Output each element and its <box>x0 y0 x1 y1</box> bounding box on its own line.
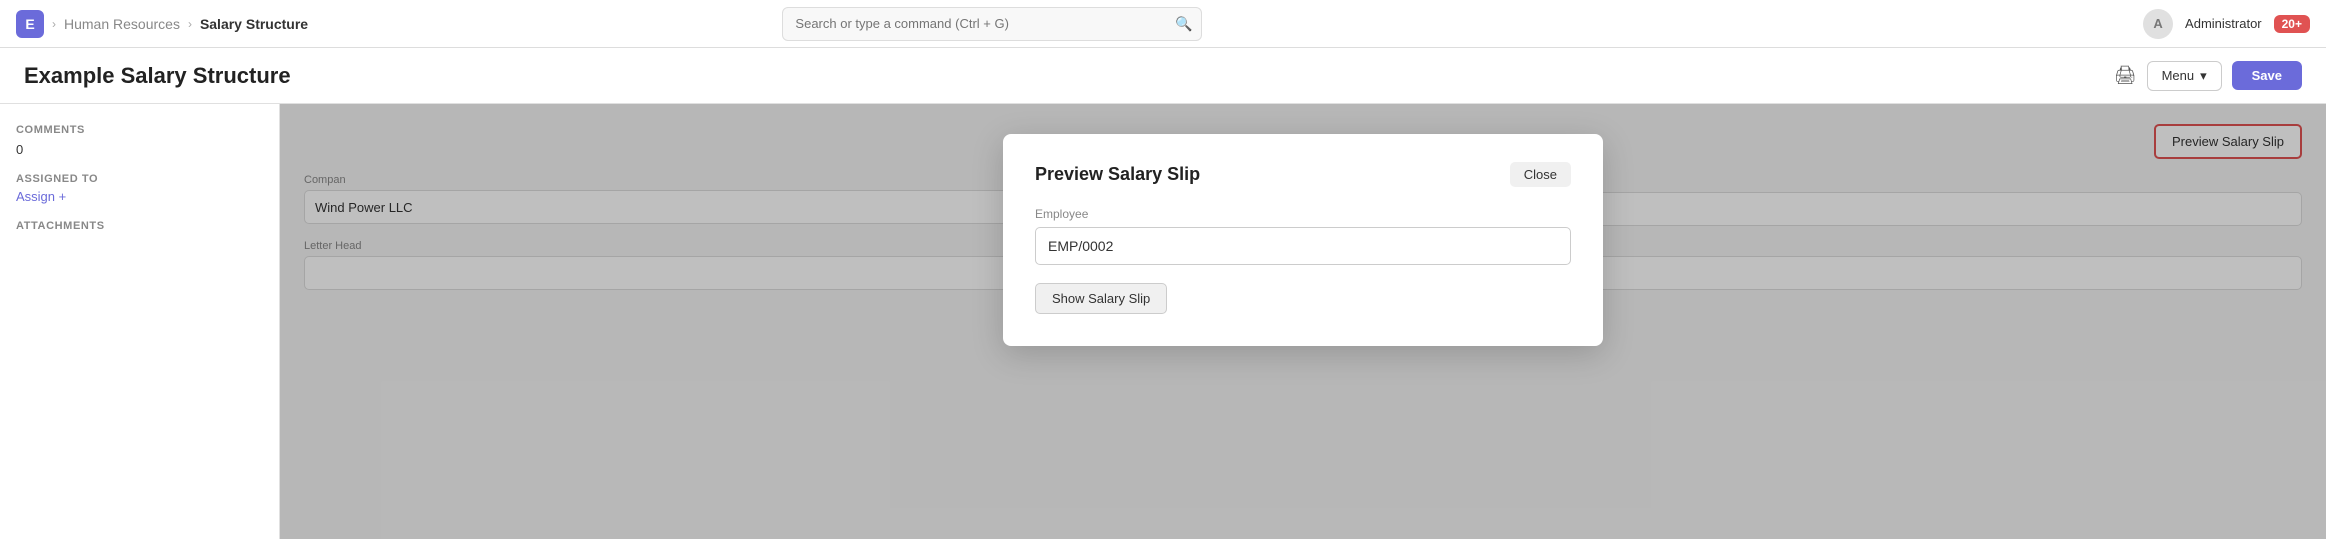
preview-salary-modal: Preview Salary Slip Close Employee Show … <box>1003 134 1603 346</box>
content-area: Comments 0 Assigned To Assign + Attachme… <box>0 104 2326 539</box>
employee-field-label: Employee <box>1035 207 1571 221</box>
breadcrumb-chevron-2: › <box>188 17 192 31</box>
employee-input[interactable] <box>1035 227 1571 265</box>
main-content: Preview Salary Slip Compan Letter Head <box>280 104 2326 539</box>
search-bar: 🔍 <box>782 7 1202 41</box>
breadcrumb-parent[interactable]: Human Resources <box>64 16 180 32</box>
page-title: Example Salary Structure <box>24 63 291 89</box>
comments-count: 0 <box>16 142 263 157</box>
modal-overlay: Preview Salary Slip Close Employee Show … <box>280 104 2326 539</box>
nav-right: A Administrator 20+ <box>2143 9 2310 39</box>
modal-close-button[interactable]: Close <box>1510 162 1571 187</box>
page: Example Salary Structure 🖨 Menu ▾ Save C… <box>0 48 2326 539</box>
comments-label: Comments <box>16 124 263 136</box>
app-logo[interactable]: E <box>16 10 44 38</box>
chevron-down-icon: ▾ <box>2200 68 2207 84</box>
admin-label[interactable]: Administrator <box>2185 16 2262 31</box>
sidebar: Comments 0 Assigned To Assign + Attachme… <box>0 104 280 539</box>
search-icon: 🔍 <box>1175 15 1192 32</box>
show-salary-slip-button[interactable]: Show Salary Slip <box>1035 283 1167 314</box>
breadcrumb-current: Salary Structure <box>200 16 308 32</box>
attachments-label: Attachments <box>16 220 263 232</box>
save-button[interactable]: Save <box>2232 61 2302 90</box>
print-icon: 🖨 <box>2114 65 2137 85</box>
search-input[interactable] <box>782 7 1202 41</box>
page-actions: 🖨 Menu ▾ Save <box>2114 61 2302 91</box>
notification-badge[interactable]: 20+ <box>2274 15 2310 33</box>
modal-header: Preview Salary Slip Close <box>1035 162 1571 187</box>
navbar: E › Human Resources › Salary Structure 🔍… <box>0 0 2326 48</box>
page-header: Example Salary Structure 🖨 Menu ▾ Save <box>0 48 2326 104</box>
menu-button[interactable]: Menu ▾ <box>2147 61 2222 91</box>
breadcrumb-chevron-1: › <box>52 17 56 31</box>
print-button[interactable]: 🖨 <box>2114 65 2137 86</box>
assign-button[interactable]: Assign + <box>16 189 263 204</box>
assigned-to-label: Assigned To <box>16 173 263 185</box>
modal-title: Preview Salary Slip <box>1035 164 1200 185</box>
avatar: A <box>2143 9 2173 39</box>
